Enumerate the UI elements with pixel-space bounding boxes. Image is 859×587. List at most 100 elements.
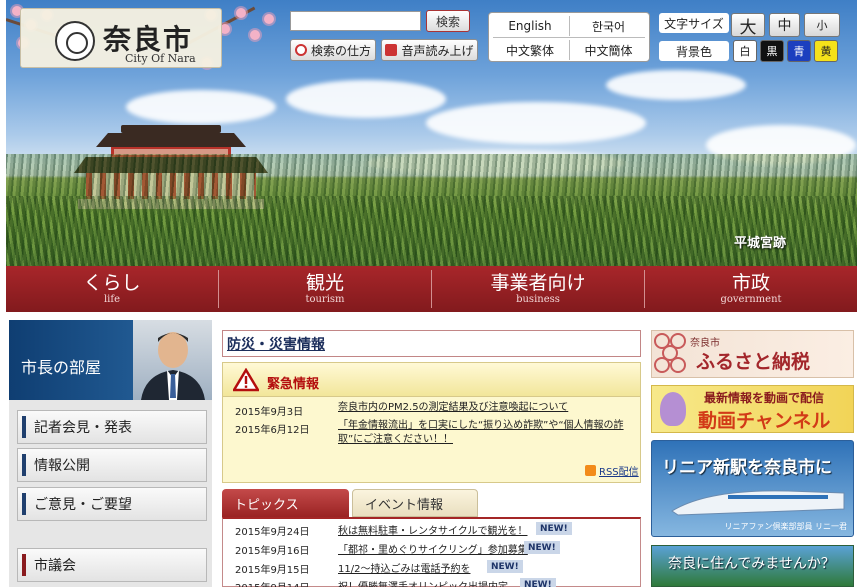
tab-topics[interactable]: トピックス <box>222 489 349 517</box>
cloud-shape <box>286 80 446 118</box>
cloud-shape <box>426 102 646 144</box>
bg-black-button[interactable]: 黒 <box>760 40 784 62</box>
furusato-title: ふるさと納税 <box>696 351 811 373</box>
blossom-icon <box>236 8 246 18</box>
blossom-icon <box>264 14 274 24</box>
emergency-date: 2015年6月12日 <box>235 425 310 436</box>
magnifier-icon <box>294 44 307 56</box>
video-channel-banner[interactable]: 最新情報を動画で配信 動画チャンネル <box>651 385 854 433</box>
search-input[interactable] <box>290 11 421 31</box>
bg-blue-button[interactable]: 青 <box>787 40 811 62</box>
rss-icon <box>585 465 596 476</box>
bg-yellow-button[interactable]: 黄 <box>814 40 838 62</box>
nav-government[interactable]: 市政 government <box>645 266 857 312</box>
bg-color-label: 背景色 <box>659 41 729 61</box>
sidebar-item-label: 市議会 <box>34 558 76 574</box>
language-selector: English 한국어 中文繁体 中文簡体 <box>488 12 650 62</box>
topics-list: 2015年9月24日 秋は無料駐車・レンタサイクルで観光を！ NEW! 2015… <box>222 517 641 587</box>
emergency-info-panel: 緊急情報 2015年9月3日 奈良市内のPM2.5の測定結果及び注意喚起について… <box>222 362 641 483</box>
disaster-info-title: 防災・災害情報 <box>227 336 325 353</box>
sidebar-item-label: 記者会見・発表 <box>34 420 132 436</box>
wave-pattern-icon <box>654 333 686 373</box>
nav-business-label: 事業者向け <box>490 272 586 294</box>
linear-station-banner[interactable]: リニア新駅を奈良市に リニアファン倶楽部部員 リニ一君 <box>651 440 854 537</box>
landmark-caption: 平城宮跡 <box>734 236 787 251</box>
site-logo[interactable]: 奈良市 City Of Nara <box>20 8 222 68</box>
living-title: 奈良に住んでみませんか？ <box>668 556 835 572</box>
video-title: 動画チャンネル <box>698 410 831 432</box>
font-size-small-button[interactable]: 小 <box>804 13 840 37</box>
sidebar-item-label: ご意見・ご要望 <box>34 497 132 513</box>
nav-tourism-sublabel: tourism <box>305 294 345 305</box>
sidebar-item-press[interactable]: 記者会見・発表 <box>17 410 207 444</box>
furusato-tax-banner[interactable]: 奈良市 ふるさと納税 <box>651 330 854 378</box>
bg-white-button[interactable]: 白 <box>733 40 757 62</box>
blossom-icon <box>250 30 260 40</box>
main-nav: くらし life 観光 tourism 事業者向け business 市政 go… <box>6 266 857 312</box>
emergency-header: 緊急情報 <box>223 363 640 397</box>
cloud-shape <box>606 70 746 100</box>
search-button[interactable]: 検索 <box>426 10 470 32</box>
topic-link[interactable]: 秋は無料駐車・レンタサイクルで観光を！ <box>338 522 528 537</box>
nav-business[interactable]: 事業者向け business <box>432 266 644 312</box>
city-emblem-icon <box>55 21 95 61</box>
mascot-icon <box>660 392 686 426</box>
linear-title: リニア新駅を奈良市に <box>662 458 832 478</box>
rss-link[interactable]: RSS配信 <box>585 463 639 478</box>
voice-readout-label: 音声読み上げ <box>401 43 474 58</box>
new-badge: NEW! <box>520 578 556 587</box>
emergency-link[interactable]: 奈良市内のPM2.5の測定結果及び注意喚起について <box>338 401 630 415</box>
topic-date: 2015年9月24日 <box>235 527 310 538</box>
tab-events[interactable]: イベント情報 <box>352 489 478 517</box>
new-badge: NEW! <box>487 560 523 573</box>
topic-date: 2015年9月16日 <box>235 546 310 557</box>
nav-life-sublabel: life <box>103 294 120 305</box>
mayor-room-label: 市長の部屋 <box>21 358 102 377</box>
voice-readout-button[interactable]: 音声読み上げ <box>381 39 478 61</box>
emergency-date: 2015年9月3日 <box>235 407 304 418</box>
topic-link[interactable]: 「都祁・里めぐりサイクリング」参加募集 <box>338 541 528 556</box>
speaker-icon <box>385 44 398 56</box>
font-size-large-button[interactable]: 大 <box>731 13 765 38</box>
new-badge: NEW! <box>524 541 560 554</box>
emergency-link[interactable]: 「年金情報流出」を口実にした“振り込め詐欺”や“個人情報の詐取”にご注意ください… <box>338 419 630 447</box>
nav-life[interactable]: くらし life <box>6 266 218 312</box>
nav-government-sublabel: government <box>720 294 782 305</box>
maglev-train-icon <box>671 490 845 516</box>
topic-link[interactable]: 11/2～持込ごみは電話予約を <box>338 560 470 575</box>
lang-traditional-chinese[interactable]: 中文繁体 <box>491 40 569 60</box>
mayor-room-banner[interactable]: 市長の部屋 <box>9 320 212 400</box>
divider <box>493 37 645 38</box>
search-howto-button[interactable]: 検索の仕方 <box>290 39 376 61</box>
nav-government-label: 市政 <box>731 272 770 294</box>
topic-date: 2015年9月15日 <box>235 565 310 576</box>
sidebar-item-council[interactable]: 市議会 <box>17 548 207 582</box>
nav-life-label: くらし <box>83 272 141 294</box>
lang-korean[interactable]: 한국어 <box>569 16 647 36</box>
left-sidebar: 市長の部屋 記者会見・発表 情報公開 ご意見・ご要望 市議会 <box>9 320 212 587</box>
grass-field-front <box>6 196 857 266</box>
lang-simplified-chinese[interactable]: 中文簡体 <box>569 40 647 60</box>
sidebar-item-disclosure[interactable]: 情報公開 <box>17 448 207 482</box>
linear-mascot-caption: リニアファン倶楽部部員 リニ一君 <box>724 522 847 531</box>
sidebar-item-label: 情報公開 <box>34 458 90 474</box>
living-in-nara-banner[interactable]: 奈良に住んでみませんか？ <box>651 545 854 587</box>
rss-label: RSS配信 <box>599 467 639 478</box>
emergency-title: 緊急情報 <box>267 377 320 392</box>
font-size-medium-button[interactable]: 中 <box>769 13 800 37</box>
search-howto-label: 検索の仕方 <box>310 43 371 58</box>
nav-tourism[interactable]: 観光 tourism <box>219 266 431 312</box>
logo-subtitle: City Of Nara <box>125 52 196 65</box>
sidebar-item-opinions[interactable]: ご意見・ご要望 <box>17 487 207 521</box>
video-top-label: 最新情報を動画で配信 <box>704 391 825 405</box>
topic-link[interactable]: 祝！優勝無澤手オリンピック出場内定 <box>338 578 508 587</box>
font-size-label: 文字サイズ <box>659 13 729 33</box>
topic-date: 2015年9月14日 <box>235 579 310 587</box>
new-badge: NEW! <box>536 522 572 535</box>
warning-icon <box>233 368 259 392</box>
disaster-info-header[interactable]: 防災・災害情報 <box>222 330 641 357</box>
mayor-photo <box>133 320 212 400</box>
cloud-shape <box>126 90 276 124</box>
nav-business-sublabel: business <box>516 294 560 305</box>
lang-english[interactable]: English <box>491 16 569 36</box>
